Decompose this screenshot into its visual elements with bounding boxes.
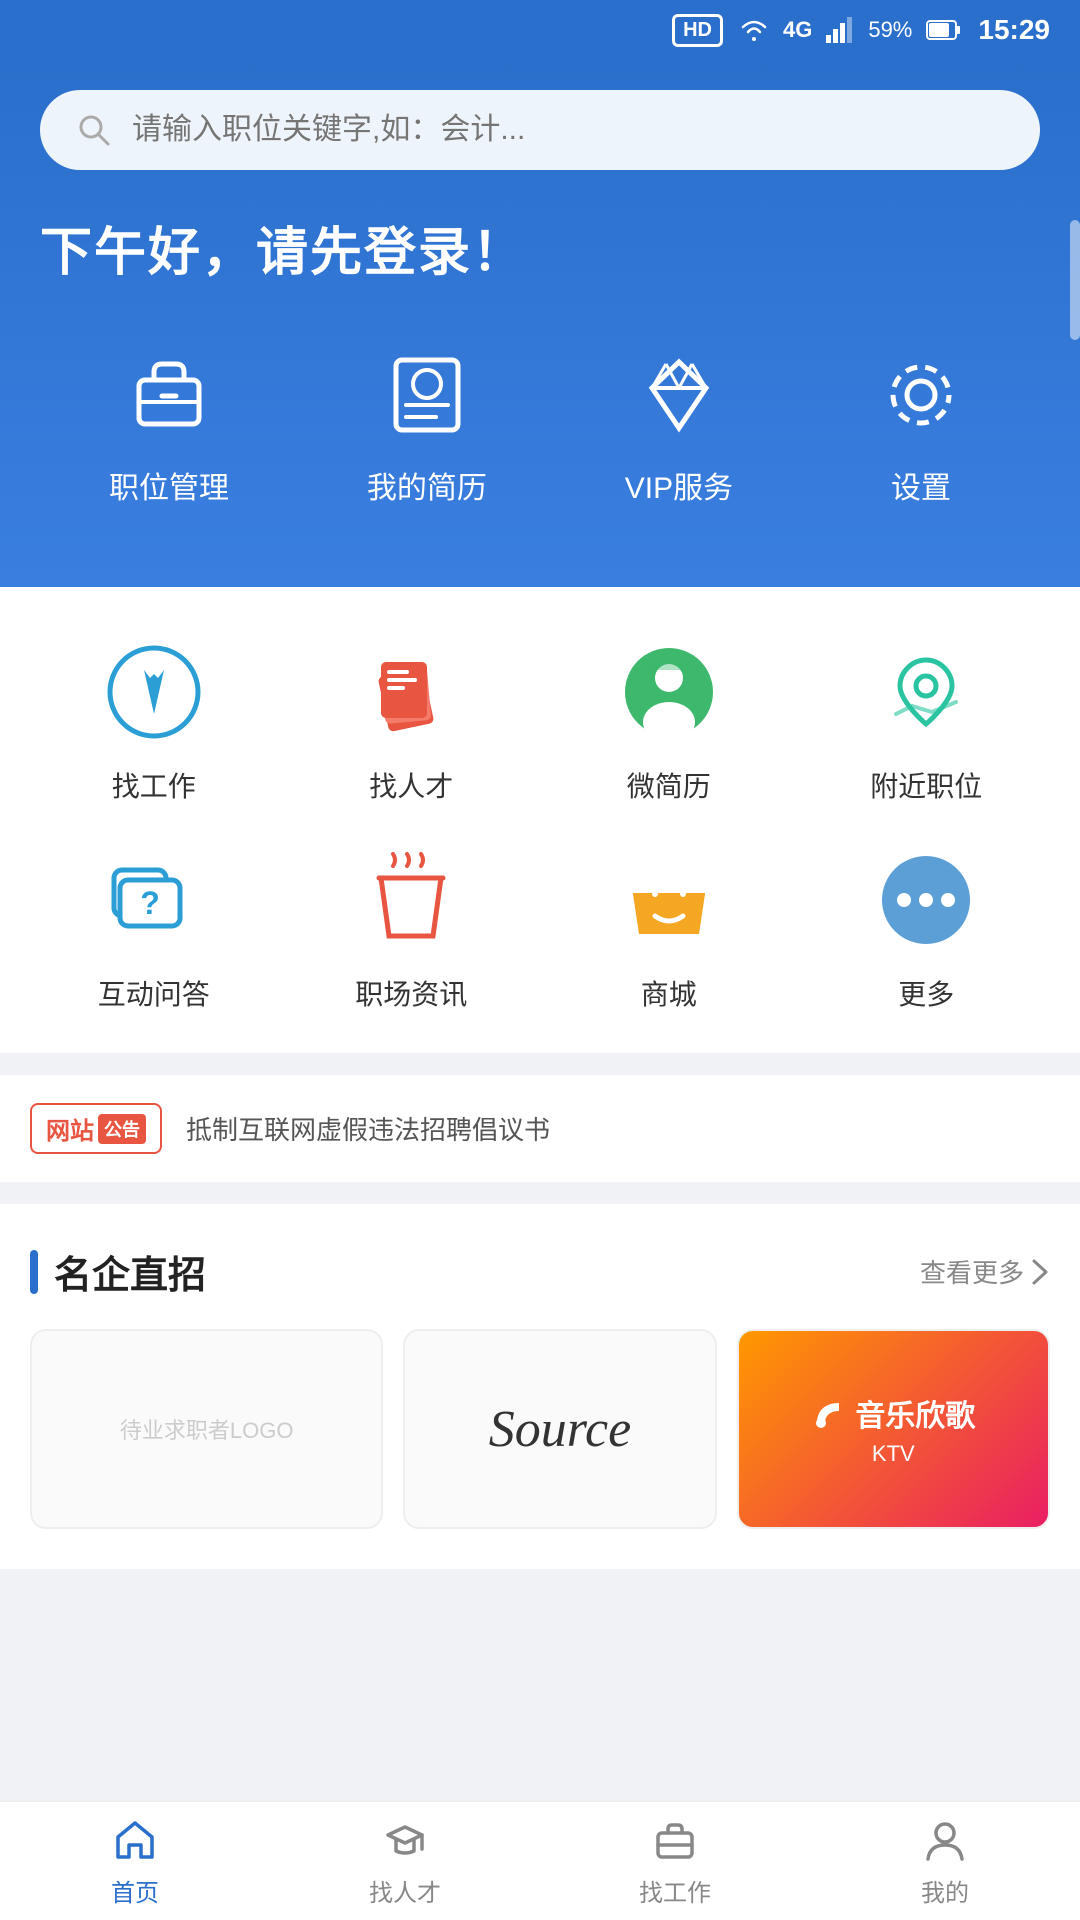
bag-icon <box>619 850 719 950</box>
announcement-text: 抵制互联网虚假违法招聘倡议书 <box>186 1110 550 1147</box>
signal-icon <box>826 17 854 43</box>
header-section: 下午好，请先登录！ 职位管理 <box>0 60 1080 587</box>
company-card-1[interactable]: 待业求职者LOGO <box>30 1329 383 1529</box>
nav-find-job-label: 找工作 <box>639 1873 711 1908</box>
cards-icon <box>361 642 461 742</box>
home-icon <box>112 1817 158 1863</box>
location-map-icon <box>876 642 976 742</box>
badge-main: 网站 <box>46 1111 94 1146</box>
nav-home-label: 首页 <box>111 1873 159 1908</box>
quick-action-jobs-manage-label: 职位管理 <box>109 463 229 507</box>
service-find-talent[interactable]: 找人才 <box>288 627 536 815</box>
quick-action-vip[interactable]: VIP服务 <box>625 345 733 507</box>
diamond-icon <box>634 350 724 440</box>
search-input[interactable] <box>132 113 1004 147</box>
service-micro-resume[interactable]: 微简历 <box>545 627 793 815</box>
nav-mine-label: 我的 <box>921 1873 969 1908</box>
gear-icon <box>876 350 966 440</box>
status-icons: 4G 59% <box>739 17 962 43</box>
service-more-label: 更多 <box>898 973 954 1013</box>
service-grid: 找工作 找人才 <box>30 627 1050 1023</box>
chevron-right-icon <box>1030 1257 1050 1287</box>
scroll-indicator <box>1070 220 1080 340</box>
status-bar: HD 4G 59% 15:29 <box>0 0 1080 60</box>
service-qa-label: 互动问答 <box>98 973 210 1013</box>
time-display: 15:29 <box>978 14 1050 46</box>
signal-4g: 4G <box>783 17 812 43</box>
quick-action-my-resume-label: 我的简历 <box>367 463 487 507</box>
company-cards: 待业求职者LOGO Source 音乐欣歌 KTV <box>0 1329 1080 1569</box>
view-more-label: 查看更多 <box>920 1253 1024 1290</box>
section-title: 名企直招 <box>30 1244 206 1299</box>
service-mall[interactable]: 商城 <box>545 835 793 1023</box>
company-placeholder-text: 待业求职者LOGO <box>120 1413 294 1445</box>
battery-icon <box>926 19 962 41</box>
services-section: 找工作 找人才 <box>0 587 1080 1053</box>
section-divider <box>0 1184 1080 1204</box>
quick-action-my-resume[interactable]: 我的简历 <box>367 345 487 507</box>
service-more[interactable]: 更多 <box>803 835 1051 1023</box>
tie-icon <box>104 642 204 742</box>
service-mall-label: 商城 <box>641 973 697 1013</box>
service-workplace-news[interactable]: 职场资讯 <box>288 835 536 1023</box>
service-nearby-jobs-label: 附近职位 <box>870 765 982 805</box>
service-workplace-news-label: 职场资讯 <box>355 973 467 1013</box>
title-bar <box>30 1250 38 1294</box>
badge-sub: 公告 <box>98 1114 146 1144</box>
ktv-logo: 音乐欣歌 <box>811 1391 975 1435</box>
greeting-text: 下午好，请先登录！ <box>40 210 1040 285</box>
view-more-button[interactable]: 查看更多 <box>920 1253 1050 1290</box>
service-nearby-jobs[interactable]: 附近职位 <box>803 627 1051 815</box>
hd-badge: HD <box>672 14 723 47</box>
announcement-bar[interactable]: 网站 公告 抵制互联网虚假违法招聘倡议书 <box>0 1073 1080 1184</box>
search-icon <box>76 112 112 148</box>
nav-item-mine[interactable]: 我的 <box>810 1802 1080 1920</box>
ktv-name: 音乐欣歌 <box>855 1391 975 1435</box>
service-micro-resume-label: 微简历 <box>627 765 711 805</box>
worker-icon <box>619 642 719 742</box>
nav-item-find-talent[interactable]: 找人才 <box>270 1802 540 1920</box>
quick-actions: 职位管理 我的简历 <box>40 345 1040 527</box>
bottom-nav: 首页 找人才 找工作 我的 <box>0 1800 1080 1920</box>
ktv-sub: KTV <box>872 1441 915 1467</box>
briefcase-nav-icon <box>652 1817 698 1863</box>
coffee-icon <box>361 850 461 950</box>
battery-percent: 59% <box>868 17 912 43</box>
wifi-icon <box>739 17 769 43</box>
resume-icon <box>382 350 472 440</box>
service-find-talent-label: 找人才 <box>369 765 453 805</box>
qa-icon: ? <box>104 850 204 950</box>
announcement-badge: 网站 公告 <box>30 1103 162 1154</box>
quick-action-jobs-manage[interactable]: 职位管理 <box>109 345 229 507</box>
ktv-content: 音乐欣歌 KTV <box>811 1391 975 1467</box>
source-label: Source <box>489 1400 631 1459</box>
search-bar[interactable] <box>40 90 1040 170</box>
briefcase-icon <box>124 350 214 440</box>
nav-find-talent-label: 找人才 <box>369 1873 441 1908</box>
service-qa[interactable]: ? 互动问答 <box>30 835 278 1023</box>
company-card-3[interactable]: 音乐欣歌 KTV <box>737 1329 1050 1529</box>
quick-action-settings[interactable]: 设置 <box>871 345 971 507</box>
quick-action-settings-label: 设置 <box>891 463 951 507</box>
service-find-job[interactable]: 找工作 <box>30 627 278 815</box>
quick-action-vip-label: VIP服务 <box>625 463 733 507</box>
featured-section-header: 名企直招 查看更多 <box>0 1204 1080 1329</box>
person-icon <box>922 1817 968 1863</box>
nav-item-find-job[interactable]: 找工作 <box>540 1802 810 1920</box>
graduation-icon <box>382 1817 428 1863</box>
company-card-2[interactable]: Source <box>403 1329 716 1529</box>
more-dots-icon <box>876 850 976 950</box>
nav-item-home[interactable]: 首页 <box>0 1802 270 1920</box>
service-find-job-label: 找工作 <box>112 765 196 805</box>
section-title-text: 名企直招 <box>54 1244 206 1299</box>
svg-text:?: ? <box>140 885 160 921</box>
ktv-music-icon <box>811 1395 847 1431</box>
